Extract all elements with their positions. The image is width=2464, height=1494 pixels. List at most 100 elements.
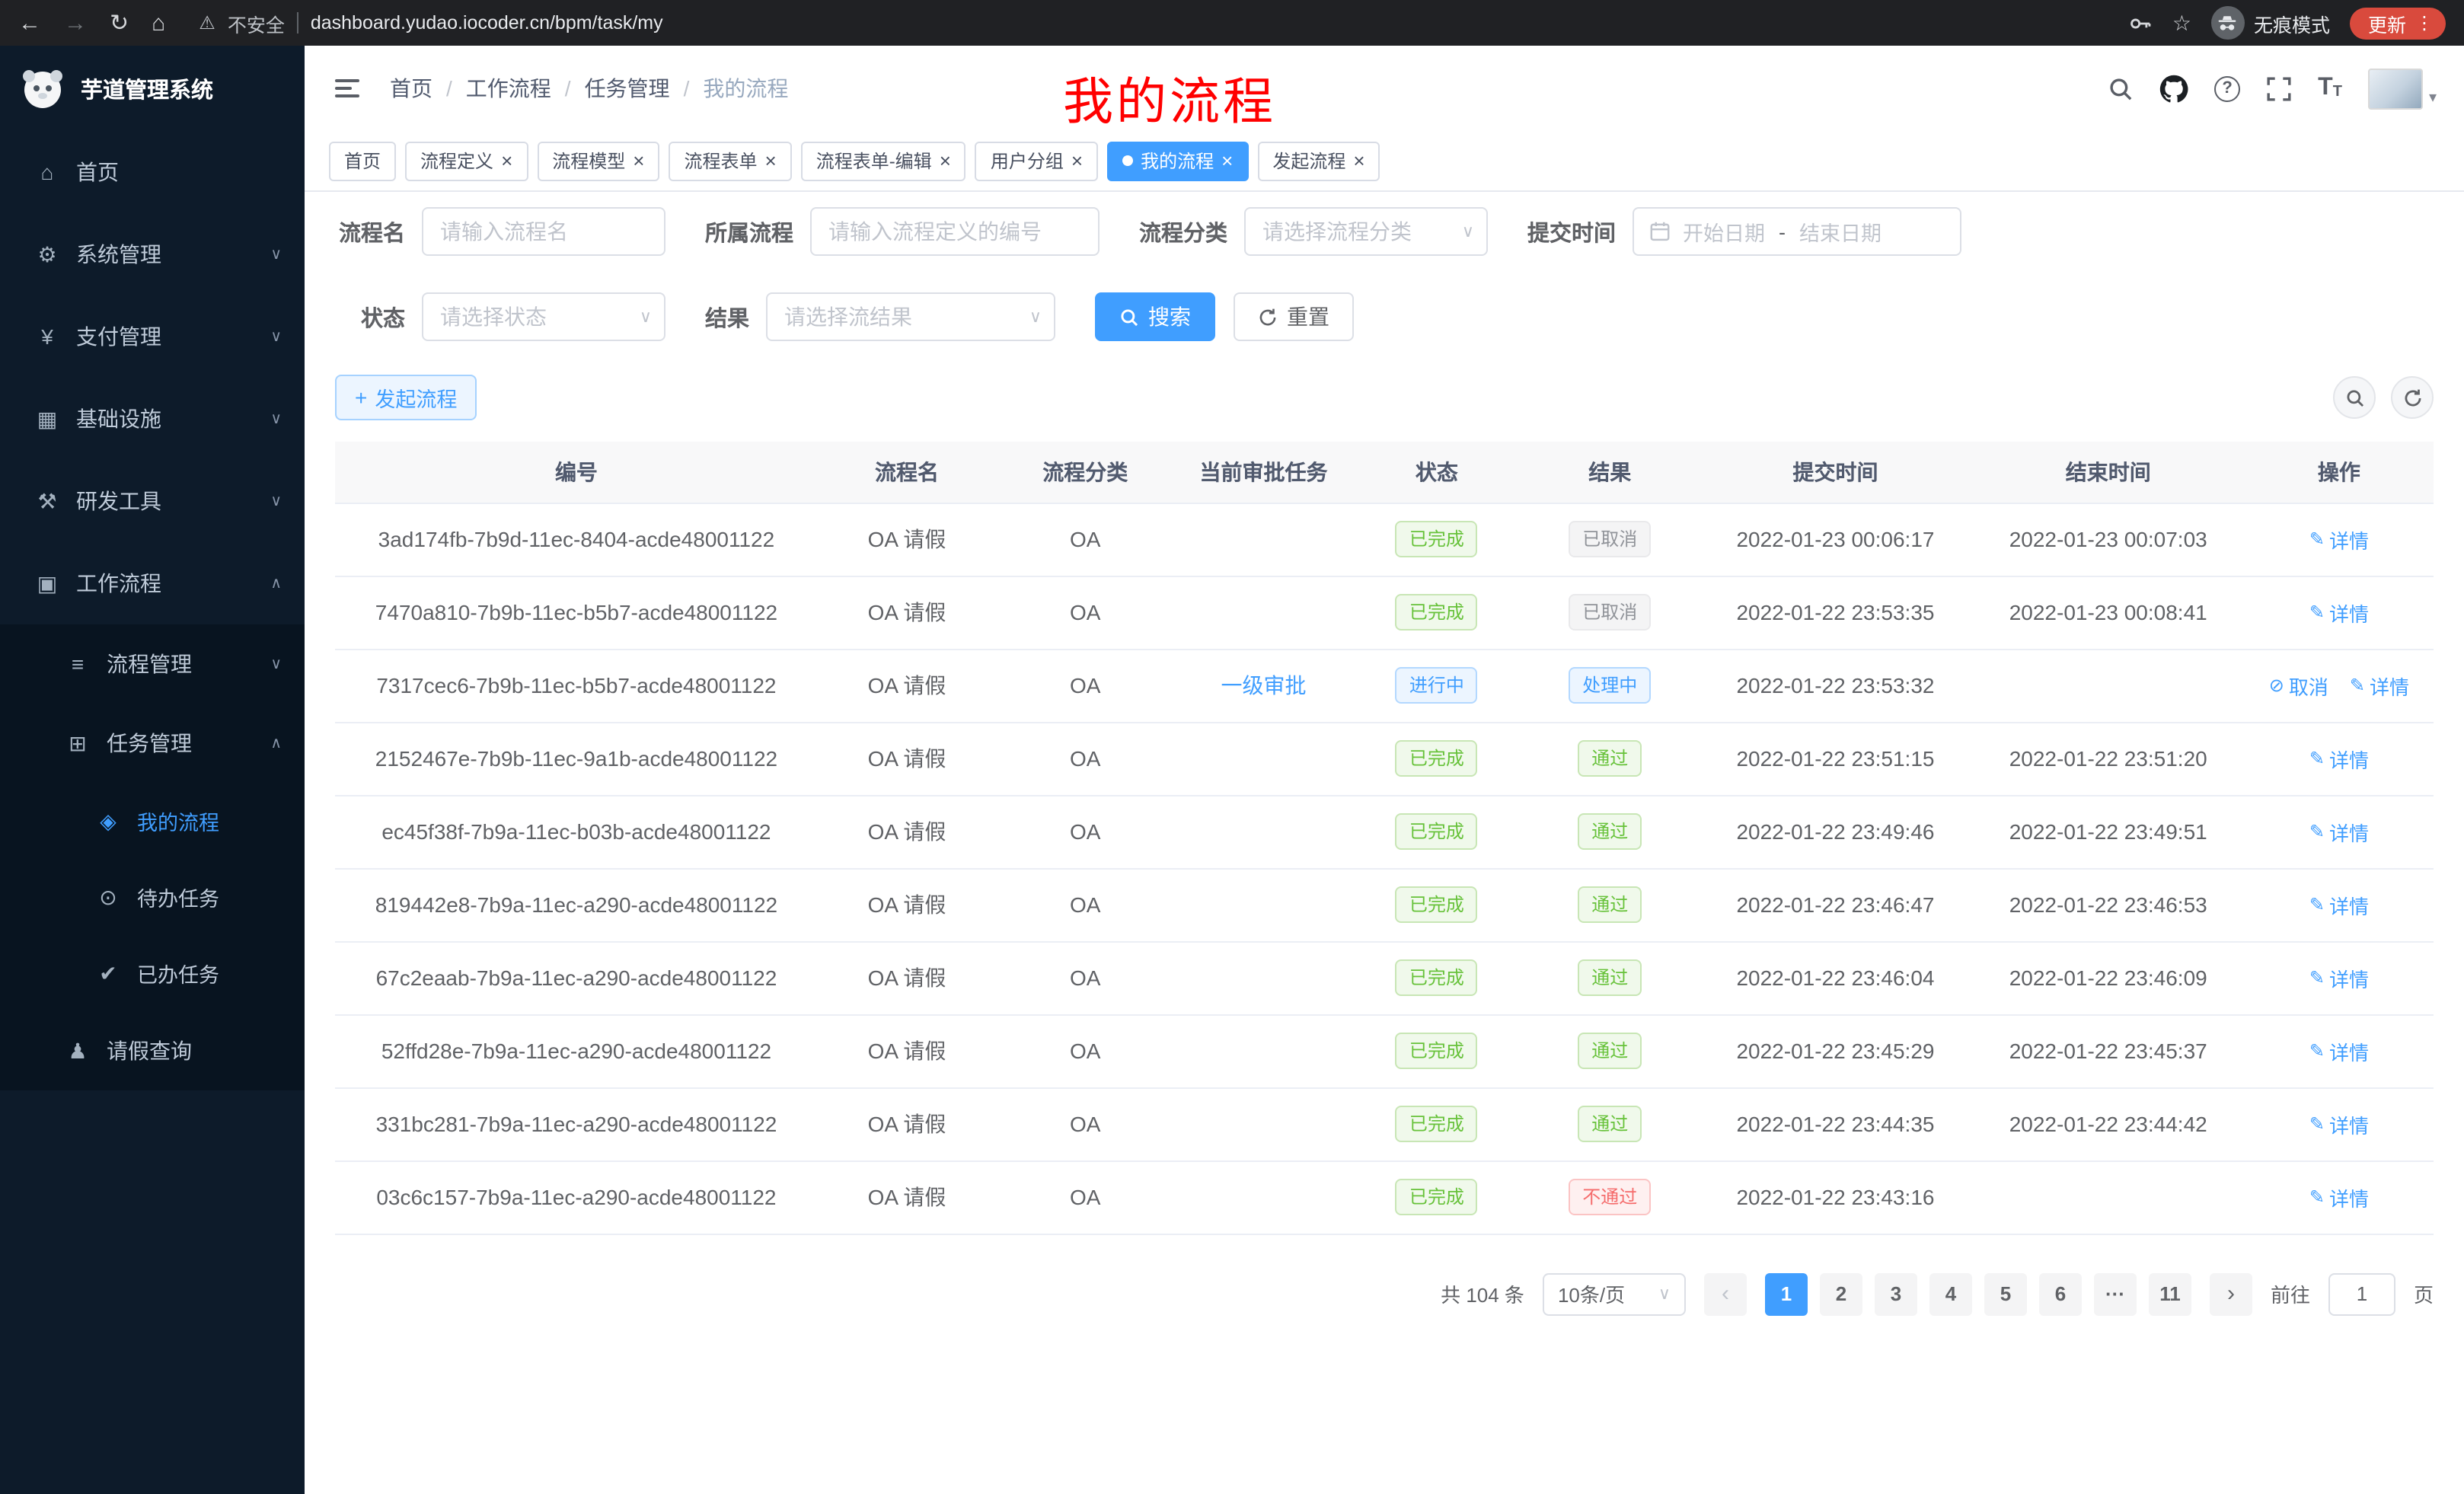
tab-process-form-edit[interactable]: 流程表单-编辑 × bbox=[801, 141, 966, 180]
result-select[interactable]: ∨ bbox=[766, 292, 1055, 341]
sidebar-item-leave-query[interactable]: ♟ 请假查询 bbox=[0, 1011, 305, 1090]
tab-process-form[interactable]: 流程表单 × bbox=[669, 141, 791, 180]
tab-process-definition[interactable]: 流程定义 × bbox=[405, 141, 528, 180]
detail-action[interactable]: ✎详情 bbox=[2309, 598, 2369, 627]
detail-action[interactable]: ✎详情 bbox=[2309, 963, 2369, 992]
detail-action[interactable]: ✎详情 bbox=[2350, 671, 2409, 700]
detail-action[interactable]: ✎详情 bbox=[2309, 525, 2369, 554]
close-icon[interactable]: × bbox=[940, 151, 951, 171]
status-select-input[interactable] bbox=[422, 292, 665, 341]
goto-page-input[interactable] bbox=[2328, 1272, 2395, 1315]
result-select-input[interactable] bbox=[766, 292, 1055, 341]
cancel-action[interactable]: ⊘取消 bbox=[2269, 671, 2328, 700]
col-status: 状态 bbox=[1353, 442, 1521, 503]
tab-home[interactable]: 首页 bbox=[329, 141, 396, 180]
close-icon[interactable]: × bbox=[1353, 151, 1364, 171]
tab-my-process[interactable]: 我的流程 × bbox=[1107, 141, 1248, 180]
url-text[interactable]: dashboard.yudao.iocoder.cn/bpm/task/my bbox=[311, 12, 663, 34]
status-select[interactable]: ∨ bbox=[422, 292, 665, 341]
cell-submit-time: 2022-01-22 23:43:16 bbox=[1699, 1160, 1971, 1234]
user-avatar[interactable]: ▾ bbox=[2368, 68, 2437, 109]
font-size-icon[interactable]: TT bbox=[2318, 76, 2342, 101]
sidebar-item-process-mgmt[interactable]: ≡ 流程管理 ∨ bbox=[0, 624, 305, 704]
detail-action[interactable]: ✎详情 bbox=[2309, 1183, 2369, 1211]
process-name-input[interactable] bbox=[422, 207, 665, 256]
breadcrumb-item[interactable]: 首页 bbox=[390, 73, 432, 104]
page-button[interactable]: 6 bbox=[2039, 1272, 2082, 1315]
close-icon[interactable]: × bbox=[1221, 151, 1233, 171]
category-select-input[interactable] bbox=[1244, 207, 1488, 256]
close-icon[interactable]: × bbox=[633, 151, 644, 171]
help-icon[interactable]: ? bbox=[2214, 75, 2240, 101]
close-icon[interactable]: × bbox=[1071, 151, 1083, 171]
tab-label: 流程表单 bbox=[684, 148, 757, 174]
process-def-input[interactable] bbox=[810, 207, 1100, 256]
security-label[interactable]: 不安全 bbox=[228, 8, 285, 37]
reload-icon[interactable]: ↻ bbox=[110, 11, 129, 34]
page-button[interactable]: 3 bbox=[1875, 1272, 1917, 1315]
page-button[interactable]: 2 bbox=[1820, 1272, 1862, 1315]
close-icon[interactable]: × bbox=[765, 151, 777, 171]
chevron-down-icon: ∨ bbox=[1658, 1284, 1671, 1304]
breadcrumb-item[interactable]: 工作流程 bbox=[466, 73, 551, 104]
sidebar-item-infra[interactable]: ▦ 基础设施 ∨ bbox=[0, 378, 305, 460]
current-task-link[interactable]: 一级审批 bbox=[1221, 673, 1307, 698]
cell-actions: ✎详情 bbox=[2245, 576, 2434, 649]
sidebar-item-devtools[interactable]: ⚒ 研发工具 ∨ bbox=[0, 460, 305, 542]
sidebar-item-workflow[interactable]: ▣ 工作流程 ∧ bbox=[0, 542, 305, 624]
address-bar[interactable]: ⚠ 不安全 dashboard.yudao.iocoder.cn/bpm/tas… bbox=[199, 8, 2130, 37]
process-table: 编号 流程名 流程分类 当前审批任务 状态 结果 提交时间 结束时间 操作 3a… bbox=[335, 442, 2434, 1234]
next-page-button[interactable]: › bbox=[2210, 1272, 2252, 1315]
browser-home-icon[interactable]: ⌂ bbox=[152, 11, 165, 34]
sidebar-collapse-icon[interactable] bbox=[332, 73, 362, 104]
key-icon[interactable] bbox=[2130, 11, 2153, 34]
detail-action[interactable]: ✎详情 bbox=[2309, 817, 2369, 846]
search-icon[interactable] bbox=[2108, 75, 2134, 101]
detail-action[interactable]: ✎详情 bbox=[2309, 890, 2369, 919]
page-button[interactable]: 5 bbox=[1984, 1272, 2027, 1315]
update-menu-button[interactable]: 更新 ⋮ bbox=[2350, 7, 2446, 39]
pagination-total: 共 104 条 bbox=[1441, 1279, 1524, 1308]
bookmark-star-icon[interactable]: ☆ bbox=[2172, 10, 2191, 36]
detail-action[interactable]: ✎详情 bbox=[2309, 744, 2369, 773]
forward-icon[interactable]: → bbox=[64, 11, 87, 34]
app-logo[interactable]: 芋道管理系统 bbox=[0, 46, 305, 131]
page-size-select[interactable]: 10条/页 ∨ bbox=[1543, 1272, 1686, 1315]
back-icon[interactable]: ← bbox=[18, 11, 41, 34]
sidebar-item-payment[interactable]: ¥ 支付管理 ∨ bbox=[0, 295, 305, 378]
page-button[interactable]: 1 bbox=[1765, 1272, 1808, 1315]
page-ellipsis-button[interactable]: ··· bbox=[2094, 1272, 2137, 1315]
detail-action[interactable]: ✎详情 bbox=[2309, 1036, 2369, 1065]
sidebar-item-done-tasks[interactable]: ✔ 已办任务 bbox=[0, 935, 305, 1011]
sidebar-item-todo-tasks[interactable]: ⊙ 待办任务 bbox=[0, 859, 305, 935]
sidebar-item-home[interactable]: ⌂ 首页 bbox=[0, 131, 305, 213]
submit-time-range-picker[interactable]: 开始日期 - 结束日期 bbox=[1633, 207, 1961, 256]
fullscreen-icon[interactable] bbox=[2266, 75, 2292, 101]
search-button[interactable]: 搜索 bbox=[1095, 292, 1215, 341]
cell-actions: ✎详情 bbox=[2245, 941, 2434, 1014]
chevron-down-icon: ∨ bbox=[270, 328, 282, 345]
page-button[interactable]: 11 bbox=[2149, 1272, 2191, 1315]
toggle-search-button[interactable] bbox=[2333, 376, 2376, 419]
cell-end-time: 2022-01-22 23:44:42 bbox=[1972, 1087, 2245, 1160]
close-icon[interactable]: × bbox=[501, 151, 512, 171]
edit-icon: ✎ bbox=[2309, 528, 2325, 550]
create-process-button[interactable]: + 发起流程 bbox=[335, 375, 477, 420]
reset-button[interactable]: 重置 bbox=[1234, 292, 1354, 341]
sidebar-item-task-mgmt[interactable]: ⊞ 任务管理 ∧ bbox=[0, 704, 305, 783]
refresh-table-button[interactable] bbox=[2391, 376, 2434, 419]
tab-process-model[interactable]: 流程模型 × bbox=[537, 141, 659, 180]
prev-page-button[interactable]: ‹ bbox=[1704, 1272, 1747, 1315]
sidebar-item-my-process[interactable]: ◈ 我的流程 bbox=[0, 783, 305, 859]
viewport: ← → ↻ ⌂ ⚠ 不安全 dashboard.yudao.iocoder.cn… bbox=[0, 0, 2464, 1494]
cell-category: OA bbox=[996, 868, 1174, 941]
detail-action[interactable]: ✎详情 bbox=[2309, 1109, 2369, 1138]
sidebar-item-system[interactable]: ⚙ 系统管理 ∨ bbox=[0, 213, 305, 295]
category-select[interactable]: ∨ bbox=[1244, 207, 1488, 256]
breadcrumb-item[interactable]: 任务管理 bbox=[585, 73, 670, 104]
github-icon[interactable] bbox=[2159, 74, 2188, 103]
tab-user-group[interactable]: 用户分组 × bbox=[975, 141, 1098, 180]
cell-end-time: 2022-01-22 23:45:37 bbox=[1972, 1014, 2245, 1087]
page-button[interactable]: 4 bbox=[1929, 1272, 1972, 1315]
tab-start-process[interactable]: 发起流程 × bbox=[1257, 141, 1380, 180]
